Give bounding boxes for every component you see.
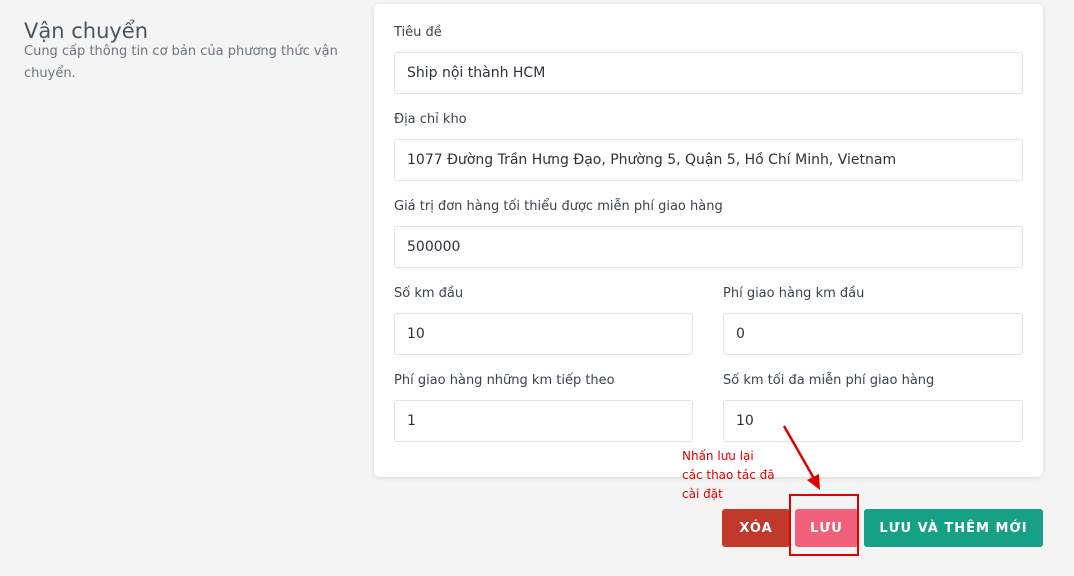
section-title: Vận chuyển bbox=[24, 19, 149, 44]
first-km-fee-label: Phí giao hàng km đầu bbox=[723, 286, 865, 301]
next-km-fee-label: Phí giao hàng những km tiếp theo bbox=[394, 373, 615, 388]
annotation-arrow-icon bbox=[782, 425, 820, 490]
first-km-fee-input[interactable] bbox=[723, 313, 1023, 355]
delete-button[interactable]: XÓA bbox=[722, 509, 790, 547]
next-km-fee-input[interactable] bbox=[394, 400, 693, 442]
warehouse-address-label: Địa chỉ kho bbox=[394, 112, 467, 127]
first-km-input[interactable] bbox=[394, 313, 693, 355]
title-label: Tiêu đề bbox=[394, 25, 442, 40]
title-input[interactable] bbox=[394, 52, 1023, 94]
first-km-label: Số km đầu bbox=[394, 286, 464, 301]
max-free-km-input[interactable] bbox=[723, 400, 1023, 442]
shipping-form-card: Tiêu đề Địa chỉ kho Giá trị đơn hàng tối… bbox=[374, 4, 1043, 477]
warehouse-address-input[interactable] bbox=[394, 139, 1023, 181]
save-and-add-new-button[interactable]: LƯU VÀ THÊM MỚI bbox=[864, 509, 1043, 547]
max-free-km-label: Số km tối đa miễn phí giao hàng bbox=[723, 373, 935, 388]
min-order-input[interactable] bbox=[394, 226, 1023, 268]
save-button[interactable]: LƯU bbox=[795, 509, 858, 547]
min-order-label: Giá trị đơn hàng tối thiểu được miễn phí… bbox=[394, 199, 723, 214]
section-description: Cung cấp thông tin cơ bản của phương thứ… bbox=[24, 44, 338, 81]
